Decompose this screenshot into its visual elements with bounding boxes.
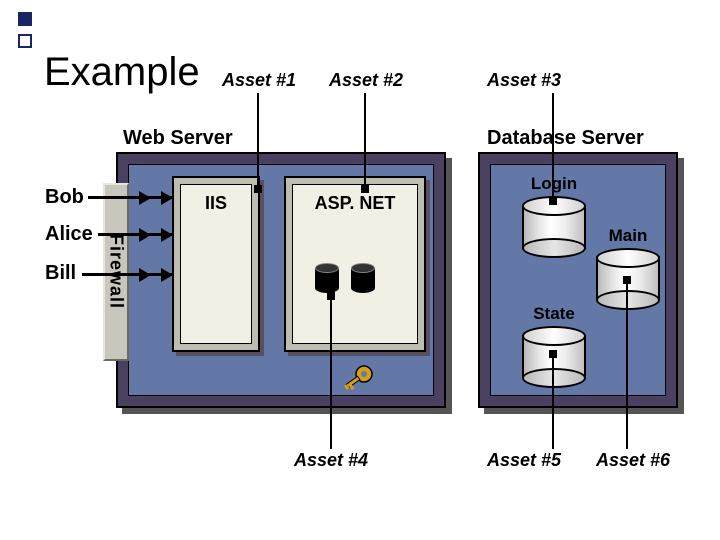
asset-3-leader <box>552 93 554 201</box>
asset-5-label: Asset #5 <box>487 450 561 471</box>
asset-4-leader <box>330 296 332 449</box>
asset-6-label: Asset #6 <box>596 450 670 471</box>
slide-title: Example <box>44 50 200 95</box>
asset-2-label: Asset #2 <box>329 70 403 91</box>
asset-6-leader <box>626 280 628 449</box>
aspnet-label: ASP. NET <box>315 193 396 214</box>
aspnet-internal-db-icon <box>315 263 339 293</box>
asset-2-leader <box>364 93 366 189</box>
slide-decoration-strip <box>18 12 36 532</box>
key-icon <box>342 362 376 396</box>
asset-4-label: Asset #4 <box>294 450 368 471</box>
user-bob: Bob <box>45 186 84 209</box>
state-database-label: State <box>533 304 575 324</box>
firewall-label: Firewall <box>106 234 127 309</box>
user-alice: Alice <box>45 223 93 246</box>
asset-1-leader <box>257 93 259 189</box>
iis-component: IIS <box>172 176 260 352</box>
user-bill: Bill <box>45 262 76 285</box>
main-database-label: Main <box>609 226 648 246</box>
web-server-label: Web Server <box>123 127 233 150</box>
firewall: Firewall <box>103 183 129 361</box>
database-server-label: Database Server <box>487 127 644 150</box>
aspnet-component: ASP. NET <box>284 176 426 352</box>
asset-5-leader <box>552 354 554 449</box>
asset-1-label: Asset #1 <box>222 70 296 91</box>
login-database-label: Login <box>531 174 577 194</box>
asset-3-label: Asset #3 <box>487 70 561 91</box>
iis-label: IIS <box>205 193 227 214</box>
aspnet-internal-db-icon <box>351 263 375 293</box>
login-database: Login <box>522 196 586 258</box>
